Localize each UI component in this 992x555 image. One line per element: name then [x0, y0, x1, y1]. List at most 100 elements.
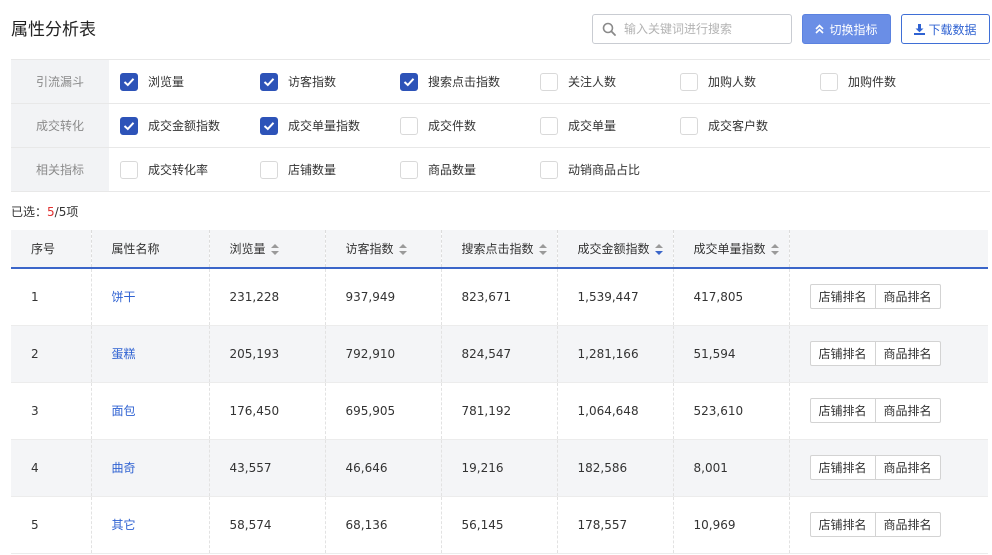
option-label: 动销商品占比: [568, 163, 641, 177]
table-row: 1 饼干 231,228 937,949 823,671 1,539,447 4…: [11, 268, 988, 326]
cell-search-click-index: 56,145: [440, 496, 557, 554]
filter-group-related: 相关指标 成交转化率 店铺数量 商品数量 动销商品占比: [11, 148, 990, 192]
option-label: 成交金额指数: [148, 119, 221, 133]
product-ranking-button[interactable]: 商品排名: [875, 455, 941, 480]
filter-option-orders[interactable]: 成交单量: [540, 116, 680, 135]
filter-option-active-product-ratio[interactable]: 动销商品占比: [540, 160, 680, 179]
cell-order-index: 51,594: [672, 325, 789, 383]
filter-option-gmv-index[interactable]: 成交金额指数: [120, 116, 260, 135]
option-label: 浏览量: [148, 75, 185, 89]
product-ranking-button[interactable]: 商品排名: [875, 341, 941, 366]
column-header-gmv-index[interactable]: 成交金额指数: [556, 230, 673, 269]
option-label: 加购件数: [848, 75, 897, 89]
checkbox-unchecked[interactable]: [260, 160, 278, 179]
cell-actions: 店铺排名 商品排名: [788, 496, 988, 554]
cell-visitor-index: 937,949: [324, 268, 441, 326]
filter-option-cart-users[interactable]: 加购人数: [680, 72, 820, 91]
store-ranking-button[interactable]: 店铺排名: [809, 341, 876, 366]
table-row: 2 蛋糕 205,193 792,910 824,547 1,281,166 5…: [11, 325, 988, 383]
download-data-button[interactable]: 下载数据: [901, 14, 990, 44]
column-header-index: 序号: [11, 230, 91, 269]
cell-order-index: 10,969: [672, 496, 789, 554]
column-header-search-click-index[interactable]: 搜索点击指数: [440, 230, 557, 269]
product-ranking-button[interactable]: 商品排名: [875, 284, 941, 310]
checkbox-unchecked[interactable]: [540, 160, 558, 179]
checkbox-unchecked[interactable]: [400, 160, 418, 179]
option-label: 加购人数: [708, 75, 757, 89]
store-ranking-button[interactable]: 店铺排名: [809, 455, 876, 480]
filter-group-label: 引流漏斗: [11, 60, 109, 103]
cell-visitor-index: 46,646: [324, 439, 441, 497]
checkbox-unchecked[interactable]: [540, 72, 558, 91]
option-label: 搜索点击指数: [428, 75, 501, 89]
checkbox-unchecked[interactable]: [400, 116, 418, 135]
search-box[interactable]: [592, 14, 792, 44]
checkbox-unchecked[interactable]: [120, 160, 138, 179]
filter-option-order-index[interactable]: 成交单量指数: [260, 116, 400, 135]
sort-icon[interactable]: [270, 244, 279, 255]
metric-filter-panel: 引流漏斗 浏览量 访客指数 搜索点击指数 关注人数 加购人数 加购件数 成交转化…: [11, 59, 990, 192]
checkbox-checked[interactable]: [120, 72, 138, 91]
filter-option-conversion-rate[interactable]: 成交转化率: [120, 160, 260, 179]
product-ranking-button[interactable]: 商品排名: [875, 512, 941, 537]
column-header-order-index[interactable]: 成交单量指数: [672, 230, 789, 269]
cell-order-index: 417,805: [672, 268, 789, 326]
store-ranking-button[interactable]: 店铺排名: [809, 398, 876, 423]
filter-option-cart-items[interactable]: 加购件数: [820, 72, 960, 91]
attribute-table: 序号 属性名称 浏览量 访客指数 搜索点击指数 成交金额指数 成交单量指数 1 …: [11, 230, 988, 554]
table-header-row: 序号 属性名称 浏览量 访客指数 搜索点击指数 成交金额指数 成交单量指数: [11, 230, 988, 269]
cell-attribute-name-link[interactable]: 饼干: [90, 268, 209, 326]
filter-option-page-views[interactable]: 浏览量: [120, 72, 260, 91]
cell-gmv-index: 1,064,648: [556, 382, 673, 440]
checkbox-unchecked[interactable]: [680, 116, 698, 135]
cell-gmv-index: 178,557: [556, 496, 673, 554]
cell-index: 4: [11, 439, 91, 497]
checkbox-checked[interactable]: [120, 116, 138, 135]
sort-icon[interactable]: [398, 244, 407, 255]
cell-order-index: 8,001: [672, 439, 789, 497]
cell-page-views: 205,193: [208, 325, 325, 383]
checkbox-unchecked[interactable]: [540, 116, 558, 135]
checkbox-unchecked[interactable]: [820, 72, 838, 91]
sort-icon[interactable]: [770, 244, 779, 255]
filter-group-label: 相关指标: [11, 148, 109, 191]
filter-option-visitor-index[interactable]: 访客指数: [260, 72, 400, 91]
double-chevron-up-icon: [815, 24, 825, 34]
filter-option-search-click-index[interactable]: 搜索点击指数: [400, 72, 540, 91]
cell-index: 1: [11, 268, 91, 326]
filter-option-product-count[interactable]: 商品数量: [400, 160, 540, 179]
switch-metrics-button[interactable]: 切换指标: [802, 14, 891, 44]
store-ranking-button[interactable]: 店铺排名: [809, 512, 876, 537]
cell-search-click-index: 781,192: [440, 382, 557, 440]
option-label: 访客指数: [288, 75, 337, 89]
filter-option-followers[interactable]: 关注人数: [540, 72, 680, 91]
cell-page-views: 43,557: [208, 439, 325, 497]
checkbox-checked[interactable]: [400, 72, 418, 91]
cell-visitor-index: 792,910: [324, 325, 441, 383]
column-header-visitor-index[interactable]: 访客指数: [324, 230, 441, 269]
cell-attribute-name-link[interactable]: 曲奇: [90, 439, 209, 497]
cell-attribute-name-link[interactable]: 蛋糕: [90, 325, 209, 383]
filter-option-store-count[interactable]: 店铺数量: [260, 160, 400, 179]
cell-order-index: 523,610: [672, 382, 789, 440]
cell-gmv-index: 1,281,166: [556, 325, 673, 383]
sort-icon[interactable]: [538, 244, 547, 255]
product-ranking-button[interactable]: 商品排名: [875, 398, 941, 423]
column-header-page-views[interactable]: 浏览量: [208, 230, 325, 269]
search-input[interactable]: [624, 22, 784, 36]
checkbox-unchecked[interactable]: [680, 72, 698, 91]
filter-option-items-sold[interactable]: 成交件数: [400, 116, 540, 135]
checkbox-checked[interactable]: [260, 72, 278, 91]
filter-option-customers[interactable]: 成交客户数: [680, 116, 820, 135]
option-label: 成交单量: [568, 119, 617, 133]
checkbox-checked[interactable]: [260, 116, 278, 135]
option-label: 关注人数: [568, 75, 617, 89]
cell-page-views: 58,574: [208, 496, 325, 554]
cell-attribute-name-link[interactable]: 其它: [90, 496, 209, 554]
store-ranking-button[interactable]: 店铺排名: [809, 284, 876, 310]
selected-suffix: /5项: [54, 205, 79, 219]
option-label: 商品数量: [428, 163, 477, 177]
search-icon: [602, 22, 616, 36]
cell-attribute-name-link[interactable]: 面包: [90, 382, 209, 440]
sort-desc-icon[interactable]: [654, 244, 663, 255]
